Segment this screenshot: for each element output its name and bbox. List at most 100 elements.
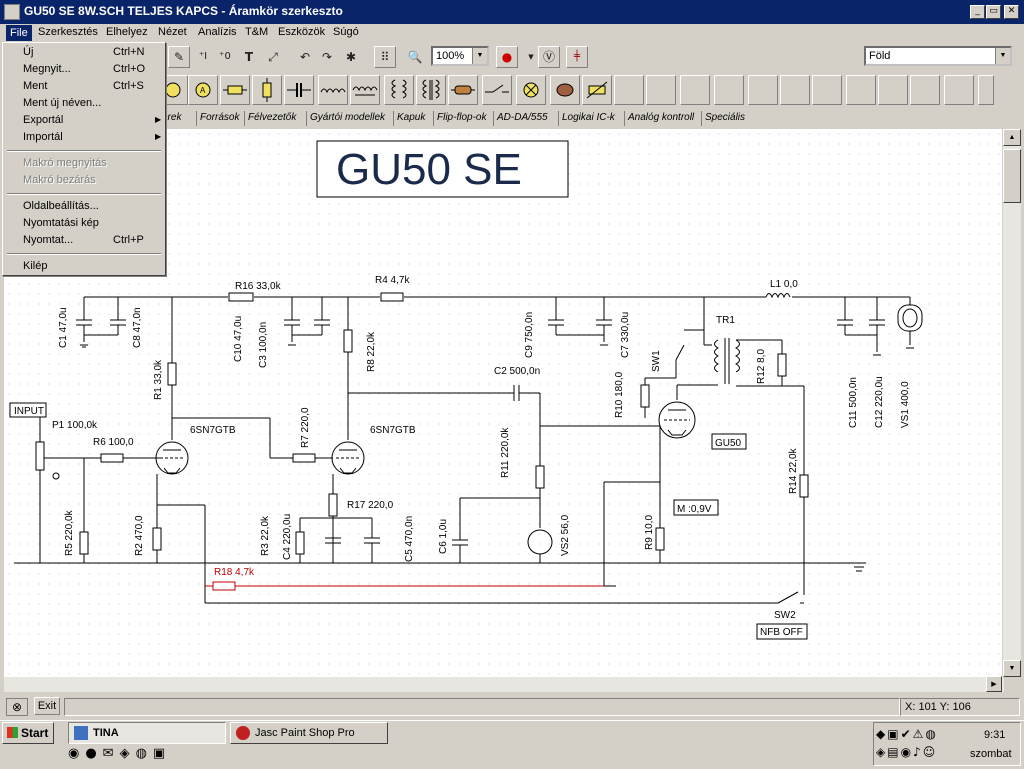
menu-edit[interactable]: Szerkesztés	[38, 26, 98, 38]
tab-flip-flops[interactable]: Flip-flop-ok	[433, 111, 489, 126]
meter-v-icon[interactable]: Ⓥ	[538, 46, 560, 68]
quick-launch[interactable]: ◉●✉◈◍▣	[68, 746, 208, 766]
task-tina[interactable]: TINA	[68, 722, 226, 744]
empty-slot[interactable]	[614, 75, 644, 105]
fuse-icon[interactable]	[448, 75, 478, 105]
rotate-left-icon[interactable]: ↶	[294, 46, 316, 68]
toolbar-scroll-handle[interactable]	[978, 75, 994, 105]
menu-insert[interactable]: Elhelyez	[106, 26, 148, 38]
minimize-button[interactable]: _	[970, 5, 985, 19]
windows-logo-icon	[7, 727, 18, 738]
chevron-down-icon[interactable]: ▼	[995, 48, 1010, 64]
label-r8: R8 22,0k	[366, 331, 377, 372]
zoom-select[interactable]: 100% ▼	[431, 46, 489, 66]
label-nfb: NFB OFF	[760, 627, 803, 638]
empty-slot[interactable]	[646, 75, 676, 105]
tab-logic-ics[interactable]: Logikai IC-k	[558, 111, 618, 126]
empty-slot[interactable]	[846, 75, 876, 105]
menu-item-page-setup[interactable]: Oldalbeállítás...	[23, 200, 99, 212]
label-tool-icon[interactable]: ⤢	[262, 46, 284, 68]
node-zero-icon[interactable]: ⁺0	[214, 46, 236, 68]
horizontal-scrollbar[interactable]: ▶	[4, 676, 1004, 692]
tab-ad-da[interactable]: AD-DA/555	[493, 111, 551, 126]
clock[interactable]: 9:31	[984, 729, 1005, 741]
label-meter: M :0,9V	[677, 504, 712, 515]
menu-view[interactable]: Nézet	[158, 26, 187, 38]
pencil-icon[interactable]: ✎	[168, 46, 190, 68]
label-r7: R7 220,0	[300, 407, 311, 448]
motor-icon[interactable]	[550, 75, 580, 105]
label-c8: C8 47,0n	[132, 307, 143, 348]
maximize-button[interactable]: ▭	[986, 5, 1001, 19]
empty-slot[interactable]	[812, 75, 842, 105]
tab-gates[interactable]: Kapuk	[393, 111, 428, 126]
chevron-down-icon[interactable]: ▼	[472, 48, 487, 64]
ik-probe-icon[interactable]: ╪	[566, 46, 588, 68]
scroll-up-icon[interactable]: ▲	[1003, 129, 1021, 146]
menu-item-export[interactable]: Exportál	[23, 114, 63, 126]
empty-slot[interactable]	[748, 75, 778, 105]
tab-special[interactable]: Speciális	[701, 111, 748, 126]
mirror-icon[interactable]: ✱	[340, 46, 362, 68]
vertical-scroll-thumb[interactable]	[1003, 149, 1021, 203]
menu-tm[interactable]: T&M	[245, 26, 268, 38]
empty-slot[interactable]	[878, 75, 908, 105]
menu-item-open[interactable]: Megnyit...	[23, 63, 71, 75]
empty-slot[interactable]	[714, 75, 744, 105]
menu-item-print[interactable]: Nyomtat...	[23, 234, 73, 246]
scroll-down-icon[interactable]: ▼	[1003, 660, 1021, 677]
grid-icon[interactable]: ⠿	[374, 46, 396, 68]
menu-tools[interactable]: Eszközök	[278, 26, 325, 38]
varistor-icon[interactable]	[582, 75, 612, 105]
label-r12: R12 8,0	[756, 349, 767, 384]
status-message	[64, 698, 900, 716]
close-button[interactable]: ✕	[1004, 5, 1019, 19]
tab-semiconductors[interactable]: Félvezetők	[244, 111, 299, 126]
potentiometer-icon[interactable]	[252, 75, 282, 105]
zoom-icon[interactable]: 🔍	[404, 46, 426, 68]
lamp-icon[interactable]	[516, 75, 546, 105]
menu-analysis[interactable]: Analízis	[198, 26, 237, 38]
menu-item-exit[interactable]: Kilép	[23, 260, 47, 272]
vertical-scrollbar[interactable]: ▲ ▼	[1003, 129, 1021, 677]
task-paintshop[interactable]: Jasc Paint Shop Pro	[230, 722, 388, 744]
text-tool-icon[interactable]: T	[238, 46, 260, 68]
ammeter-icon[interactable]: A	[188, 75, 218, 105]
empty-slot[interactable]	[780, 75, 810, 105]
current-arrow-icon[interactable]: ⁺I	[192, 46, 214, 68]
menu-item-print-preview[interactable]: Nyomtatási kép	[23, 217, 99, 229]
label-input: INPUT	[14, 406, 44, 417]
rotate-right-icon[interactable]: ↷	[316, 46, 338, 68]
switch-icon[interactable]	[482, 75, 512, 105]
tab-manufacturer-models[interactable]: Gyártói modellek	[306, 111, 388, 126]
ground-select-value: Föld	[869, 50, 891, 62]
exit-button[interactable]: Exit	[34, 697, 60, 715]
capacitor-icon[interactable]	[284, 75, 314, 105]
title-bar: GU50 SE 8W.SCH TELJES KAPCS - Áramkör sz…	[0, 0, 1024, 24]
tab-sources[interactable]: Források	[196, 111, 242, 126]
scroll-right-icon[interactable]: ▶	[986, 676, 1002, 692]
app-icon[interactable]	[4, 4, 20, 20]
core-transformer-icon[interactable]	[416, 75, 446, 105]
label-r10: R10 180,0	[614, 371, 625, 418]
empty-slot[interactable]	[910, 75, 940, 105]
empty-slot[interactable]	[944, 75, 974, 105]
inductor-icon[interactable]	[318, 75, 348, 105]
transformer-icon[interactable]	[384, 75, 414, 105]
menu-item-save-as[interactable]: Ment új néven...	[23, 97, 101, 109]
menu-item-new[interactable]: Új	[23, 46, 33, 58]
tray-icons[interactable]: ◆▣✔⚠◍ ◈▤◉♪☺	[876, 725, 960, 763]
tab-analog-control[interactable]: Analóg kontroll	[624, 111, 697, 126]
menu-help[interactable]: Súgó	[333, 26, 359, 38]
dc-analysis-icon[interactable]: ●	[496, 46, 518, 68]
menu-item-import[interactable]: Importál	[23, 131, 63, 143]
ground-select[interactable]: Föld ▼	[864, 46, 1012, 66]
core-inductor-icon[interactable]	[350, 75, 380, 105]
start-button[interactable]: Start	[2, 722, 54, 744]
menu-item-save[interactable]: Ment	[23, 80, 47, 92]
exit-icon[interactable]: ⊗	[6, 698, 28, 716]
empty-slot[interactable]	[680, 75, 710, 105]
system-tray: ◆▣✔⚠◍ ◈▤◉♪☺ 9:31 szombat	[873, 722, 1021, 766]
resistor-icon[interactable]	[220, 75, 250, 105]
menu-file[interactable]: File	[6, 25, 32, 41]
